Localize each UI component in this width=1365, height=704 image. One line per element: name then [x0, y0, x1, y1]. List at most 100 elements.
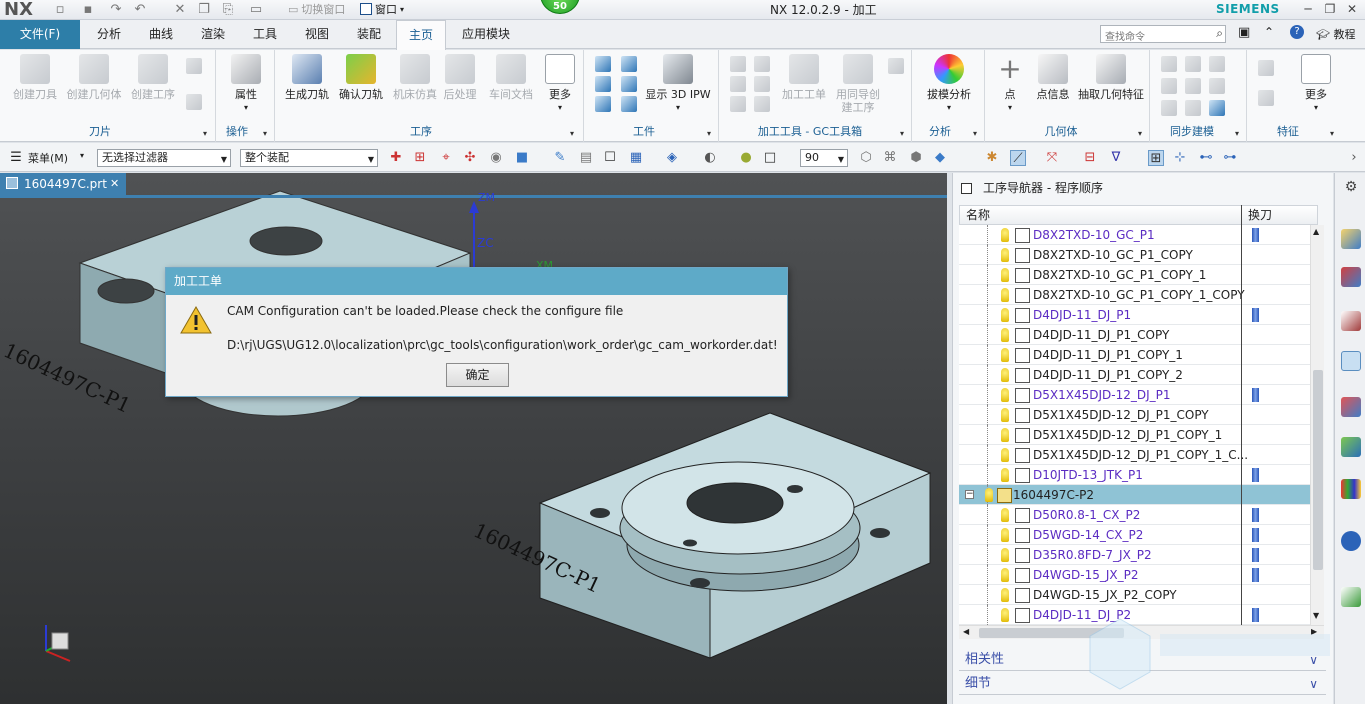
help-icon[interactable]: ?: [1290, 25, 1304, 39]
operation-row[interactable]: D35R0.8FD-7_JX_P2: [959, 545, 1310, 565]
part-file-tab[interactable]: 1604497C.prt ✕: [0, 173, 126, 195]
draft-analysis-button[interactable]: 拔模分析 ▾: [921, 54, 977, 114]
process-studio-icon[interactable]: [1341, 587, 1361, 607]
pencil-icon[interactable]: ✎: [552, 150, 568, 166]
wcs-active-icon[interactable]: ⟋: [1010, 150, 1026, 166]
sync-icon[interactable]: [1185, 100, 1201, 116]
program-order-icon[interactable]: ⊹: [1172, 150, 1188, 166]
view-cube-icon[interactable]: ◈: [664, 150, 680, 166]
tab-analysis[interactable]: 分析: [84, 20, 134, 49]
operation-row[interactable]: D50R0.8-1_CX_P2: [959, 505, 1310, 525]
command-search-input[interactable]: 查找命令 ⌕: [1100, 25, 1226, 43]
paste-icon[interactable]: ⎘: [220, 2, 236, 17]
tab-application[interactable]: 应用模块: [452, 20, 520, 49]
tab-render[interactable]: 渲染: [188, 20, 238, 49]
measure-icon[interactable]: ⊟: [1082, 150, 1098, 166]
tutorial-button[interactable]: 🎓︎ 教程: [1316, 26, 1355, 42]
angle-icon[interactable]: ∇: [1108, 150, 1124, 166]
file-menu-button[interactable]: 文件(F): [0, 20, 80, 49]
operation-row[interactable]: D5X1X45DJD-12_DJ_P1_COPY_1: [959, 425, 1310, 445]
material-icon[interactable]: ●: [738, 150, 754, 166]
operation-row[interactable]: D8X2TXD-10_GC_P1_COPY_1: [959, 265, 1310, 285]
grid-icon[interactable]: ▦: [628, 150, 644, 166]
web-browser-icon[interactable]: [1341, 437, 1361, 457]
chevron-down-icon[interactable]: ▾: [1330, 129, 1334, 138]
vertical-scrollbar[interactable]: ▲ ▼: [1310, 225, 1324, 625]
sync-icon[interactable]: [1161, 78, 1177, 94]
operation-row[interactable]: D5X1X45DJD-12_DJ_P1_COPY: [959, 405, 1310, 425]
gear-icon[interactable]: ⚙: [1341, 179, 1361, 199]
ipw-icon[interactable]: [595, 96, 611, 112]
close-tab-icon[interactable]: ✕: [110, 173, 119, 195]
selection-filter-select[interactable]: 无选择过滤器 ▼: [97, 149, 231, 167]
operation-row[interactable]: D4DJD-11_DJ_P1_COPY_1: [959, 345, 1310, 365]
wizard-create-operation-button[interactable]: 用同导创建工序: [832, 54, 884, 114]
constraint-navigator-icon[interactable]: [1341, 267, 1361, 287]
sync-icon[interactable]: [1209, 100, 1225, 116]
restore-button[interactable]: ❐: [1320, 1, 1340, 18]
tab-view[interactable]: 视图: [292, 20, 342, 49]
create-tool-button[interactable]: 创建刀具: [10, 54, 60, 101]
menu-button[interactable]: 菜单(M): [28, 150, 68, 166]
sync-icon[interactable]: [1209, 56, 1225, 72]
section-icon[interactable]: ⬡: [858, 150, 874, 166]
sync-icon[interactable]: [1161, 56, 1177, 72]
point-button[interactable]: + 点 ▾: [990, 54, 1030, 114]
operation-row[interactable]: D4DJD-11_DJ_P1_COPY: [959, 325, 1310, 345]
operation-row[interactable]: D8X2TXD-10_GC_P1_COPY: [959, 245, 1310, 265]
ipw-icon[interactable]: [621, 76, 637, 92]
gc-tool-icon[interactable]: [730, 96, 746, 112]
ipw-icon[interactable]: [595, 56, 611, 72]
solid-icon[interactable]: ■: [514, 150, 530, 166]
operation-row[interactable]: D5X1X45DJD-12_DJ_P1_COPY_1_C...: [959, 445, 1310, 465]
show-3d-ipw-button[interactable]: 显示 3D IPW ▾: [645, 54, 711, 114]
clip-icon[interactable]: ⌘: [882, 150, 898, 166]
operation-row[interactable]: D4DJD-11_DJ_P1_COPY_2: [959, 365, 1310, 385]
feature-more-button[interactable]: 更多 ▾: [1296, 54, 1336, 114]
copy-icon[interactable]: ❐: [196, 2, 212, 17]
chevron-down-icon[interactable]: ▾: [1138, 129, 1142, 138]
extract-geometry-button[interactable]: 抽取几何特征: [1076, 54, 1146, 101]
scroll-thumb[interactable]: [1313, 370, 1323, 570]
select-all-icon[interactable]: ⊞: [412, 150, 428, 166]
undo-icon[interactable]: ↶: [132, 2, 148, 17]
selection-scope-select[interactable]: 整个装配 ▼: [240, 149, 378, 167]
chevron-down-icon[interactable]: ▾: [973, 129, 977, 138]
assembly-navigator-icon[interactable]: [1341, 229, 1361, 249]
sync-icon[interactable]: [1161, 100, 1177, 116]
feature-icon[interactable]: [1258, 90, 1274, 106]
cut-icon[interactable]: ✕: [172, 2, 188, 17]
tree-view-icon[interactable]: ⊞: [1148, 150, 1164, 166]
collapse-icon[interactable]: −: [965, 490, 974, 499]
frame-icon[interactable]: ☐: [602, 150, 618, 166]
chevron-down-icon[interactable]: ▾: [263, 129, 267, 138]
render-style-icon[interactable]: ◐: [702, 150, 718, 166]
geometry-view-icon[interactable]: ⊷: [1198, 150, 1214, 166]
work-order-button[interactable]: 加工工单: [778, 54, 830, 101]
chevron-down-icon[interactable]: ▾: [203, 129, 207, 138]
scroll-left-icon[interactable]: ◀: [963, 627, 969, 636]
tab-tools[interactable]: 工具: [240, 20, 290, 49]
history-icon[interactable]: [1341, 479, 1361, 499]
filter-icon[interactable]: ◆: [932, 150, 948, 166]
tab-home[interactable]: 主页: [396, 20, 446, 50]
search-icon[interactable]: ⌕: [1216, 26, 1223, 41]
ipw-icon[interactable]: [621, 96, 637, 112]
redo-icon[interactable]: ↷: [108, 2, 124, 17]
part-navigator-icon[interactable]: [1341, 311, 1361, 331]
operation-row[interactable]: D4WGD-15_JX_P2: [959, 565, 1310, 585]
close-button[interactable]: ✕: [1342, 1, 1362, 18]
chevron-down-icon[interactable]: ▾: [707, 129, 711, 138]
program-group-row[interactable]: − 1604497C-P2: [959, 485, 1310, 505]
graphics-viewport[interactable]: 1604497C.prt ✕ ZM ZC XM 1604497C-P1 1604…: [0, 173, 947, 704]
properties-button[interactable]: 属性 ▾: [223, 54, 269, 114]
column-header-name[interactable]: 名称: [966, 206, 990, 224]
window-layout-icon[interactable]: ▣: [1238, 25, 1250, 40]
minimize-button[interactable]: ─: [1298, 1, 1318, 18]
gc-tool-icon[interactable]: [754, 56, 770, 72]
snap-icon[interactable]: ✣: [462, 150, 478, 166]
more-button[interactable]: 更多 ▾: [540, 54, 580, 114]
shop-doc-button[interactable]: 车间文档: [484, 54, 538, 101]
sync-icon[interactable]: [1185, 56, 1201, 72]
chevron-down-icon[interactable]: ▾: [570, 129, 574, 138]
